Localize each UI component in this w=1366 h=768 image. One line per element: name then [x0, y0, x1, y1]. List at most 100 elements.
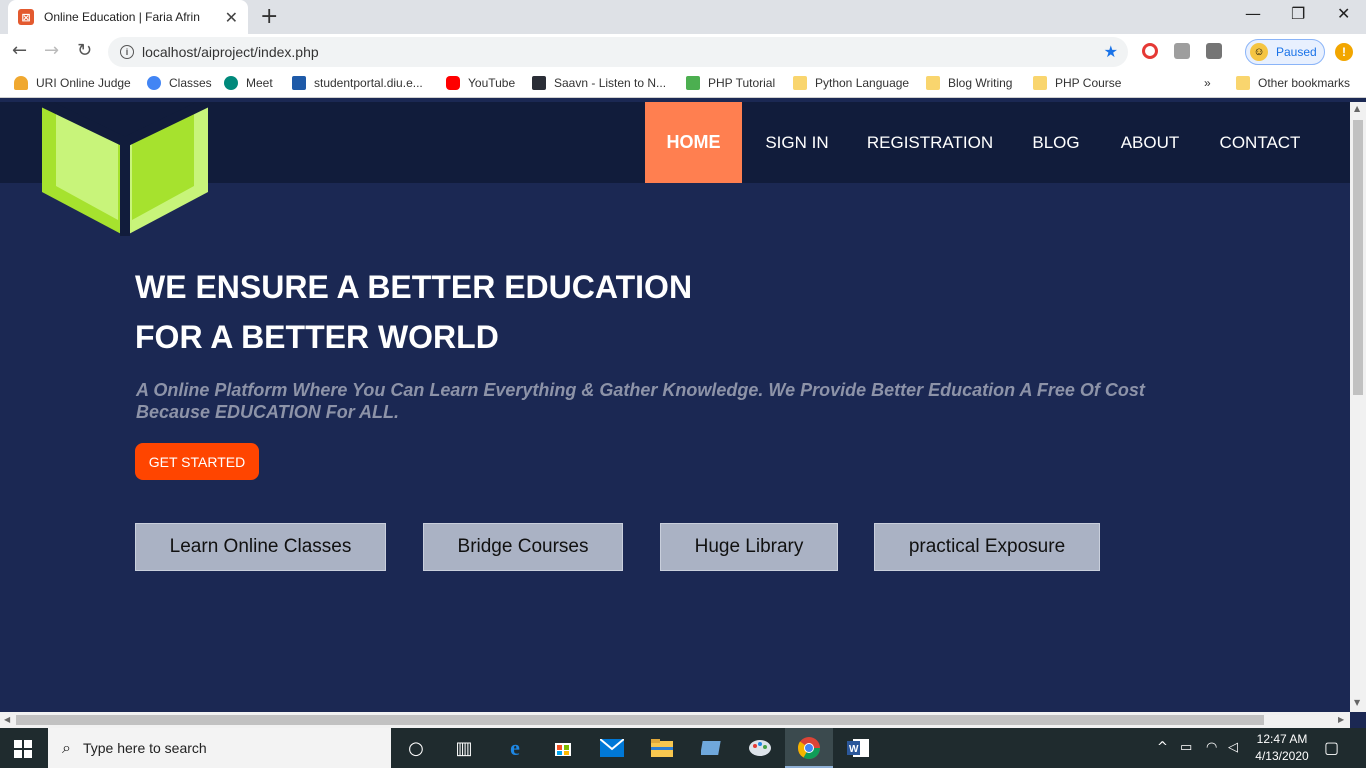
browser-tab[interactable]: ⊠ Online Education | Faria Afrin ✕ [8, 0, 248, 34]
clock-date: 4/13/2020 [1255, 749, 1309, 763]
system-clock[interactable]: 12:47 AM 4/13/2020 [1252, 731, 1312, 765]
hero-subtitle: A Online Platform Where You Can Learn Ev… [136, 379, 1226, 423]
nav-home[interactable]: HOME [645, 102, 742, 183]
address-bar[interactable]: i localhost/aiproject/index.php ★ [108, 37, 1128, 67]
bookmarks-bar: URI Online Judge Classes Meet studentpor… [0, 70, 1366, 98]
scroll-right-icon[interactable]: ▶ [1338, 715, 1344, 724]
feature-button-online-classes[interactable]: Learn Online Classes [135, 523, 386, 571]
notifications-icon[interactable]: ▢ [1324, 738, 1339, 757]
bookmarks-overflow-button[interactable]: » [1204, 76, 1211, 90]
tab-title: Online Education | Faria Afrin [44, 10, 200, 24]
chrome-icon [797, 737, 820, 759]
bookmark-folder[interactable]: PHP Course [1033, 76, 1121, 90]
app-icon[interactable] [700, 736, 724, 760]
update-alert-icon[interactable]: ! [1335, 43, 1353, 61]
task-view-icon[interactable]: ▥ [452, 736, 476, 760]
word-icon[interactable]: W [846, 736, 870, 760]
hero-title-line: FOR A BETTER WORLD [135, 319, 499, 355]
file-explorer-icon[interactable] [650, 736, 674, 760]
chrome-taskbar-button[interactable] [785, 728, 833, 768]
bookmark-item[interactable]: Meet [224, 76, 273, 90]
cortana-icon[interactable]: ○ [404, 736, 428, 760]
scrollbar-thumb[interactable] [16, 715, 1264, 725]
paint-icon[interactable] [748, 736, 772, 760]
site-logo-icon[interactable] [42, 102, 208, 236]
saavn-icon [532, 76, 546, 90]
feature-button-practical-exposure[interactable]: practical Exposure [874, 523, 1100, 571]
folder-icon [1236, 76, 1250, 90]
url-text: localhost/aiproject/index.php [142, 44, 319, 60]
tray-chevron-icon[interactable]: ^ [1157, 740, 1168, 755]
w3-icon [686, 76, 700, 90]
store-icon[interactable] [551, 736, 575, 760]
bookmark-label: PHP Tutorial [708, 76, 776, 90]
battery-icon[interactable]: ▭ [1180, 740, 1192, 755]
bookmark-item[interactable]: studentportal.diu.e... [292, 76, 423, 90]
bookmark-label: Classes [169, 76, 212, 90]
profile-button[interactable]: ☺ Paused [1245, 39, 1325, 65]
other-bookmarks-folder[interactable]: Other bookmarks [1236, 76, 1350, 90]
extension-icon[interactable] [1174, 43, 1190, 59]
close-tab-icon[interactable]: ✕ [225, 8, 238, 27]
bookmark-item[interactable]: PHP Tutorial [686, 76, 775, 90]
xampp-favicon-icon: ⊠ [18, 9, 34, 25]
bookmark-label: Saavn - Listen to N... [554, 76, 667, 90]
hero-title-line: WE ENSURE A BETTER EDUCATION [135, 269, 693, 305]
reload-icon[interactable]: ↻ [77, 40, 92, 61]
nav-sign-in[interactable]: SIGN IN [752, 102, 842, 183]
nav-blog[interactable]: BLOG [1022, 102, 1090, 183]
bookmark-label: Python Language [815, 76, 910, 90]
edge-icon[interactable]: e [503, 735, 527, 760]
nav-contact[interactable]: CONTACT [1212, 102, 1308, 183]
clock-time: 12:47 AM [1256, 732, 1308, 746]
volume-icon[interactable]: ◁ [1228, 740, 1238, 755]
bookmark-folder[interactable]: Python Language [793, 76, 909, 90]
scroll-up-icon[interactable]: ▲ [1354, 104, 1360, 113]
get-started-button[interactable]: GET STARTED [135, 443, 259, 480]
bookmark-label: Other bookmarks [1258, 76, 1351, 90]
extension-icon[interactable] [1206, 43, 1222, 59]
close-window-icon[interactable]: ✕ [1337, 4, 1350, 23]
new-tab-icon[interactable]: + [260, 4, 278, 29]
bookmark-folder[interactable]: Blog Writing [926, 76, 1012, 90]
restore-icon[interactable]: ❐ [1291, 4, 1305, 23]
vertical-scrollbar[interactable]: ▲ ▼ [1350, 102, 1366, 712]
windows-start-icon[interactable] [14, 740, 32, 758]
web-page: HOME SIGN IN REGISTRATION BLOG ABOUT CON… [0, 102, 1350, 712]
scroll-left-icon[interactable]: ◀ [4, 715, 10, 724]
overflow-chevron-icon: » [1204, 76, 1211, 90]
folder-icon [1033, 76, 1047, 90]
bookmark-item[interactable]: URI Online Judge [14, 76, 131, 90]
extension-icon[interactable] [1142, 43, 1158, 59]
hero-subtitle-line: A Online Platform Where You Can Learn Ev… [136, 380, 1145, 400]
taskbar-search-input[interactable]: ⌕ Type here to search [48, 728, 391, 768]
bookmark-item[interactable]: Classes [147, 76, 212, 90]
scroll-down-icon[interactable]: ▼ [1354, 698, 1360, 707]
meet-icon [224, 76, 238, 90]
bookmark-star-icon[interactable]: ★ [1104, 42, 1118, 61]
windows-taskbar: ⌕ Type here to search ○ ▥ e W ^ ▭ ◠ ◁ 12… [0, 728, 1366, 768]
wifi-icon[interactable]: ◠ [1206, 740, 1217, 755]
profile-status: Paused [1276, 45, 1317, 59]
feature-button-bridge-courses[interactable]: Bridge Courses [423, 523, 623, 571]
avatar: ☺ [1250, 43, 1268, 61]
site-info-icon[interactable]: i [120, 45, 134, 59]
feature-button-huge-library[interactable]: Huge Library [660, 523, 838, 571]
minimize-icon[interactable]: — [1245, 4, 1261, 23]
bookmark-label: studentportal.diu.e... [314, 76, 423, 90]
google-icon [147, 76, 161, 90]
diu-icon [292, 76, 306, 90]
browser-toolbar: ← → ↻ i localhost/aiproject/index.php ★ … [0, 34, 1366, 70]
nav-about[interactable]: ABOUT [1112, 102, 1188, 183]
search-placeholder: Type here to search [82, 740, 207, 756]
forward-icon[interactable]: → [44, 40, 59, 61]
scrollbar-thumb[interactable] [1353, 120, 1363, 395]
nav-registration[interactable]: REGISTRATION [860, 102, 1000, 183]
horizontal-scrollbar[interactable]: ◀ ▶ [0, 712, 1350, 728]
bookmark-label: URI Online Judge [36, 76, 131, 90]
bookmark-label: Blog Writing [948, 76, 1013, 90]
back-icon[interactable]: ← [12, 40, 27, 61]
bookmark-item[interactable]: YouTube [446, 76, 515, 90]
mail-icon[interactable] [600, 736, 624, 760]
bookmark-item[interactable]: Saavn - Listen to N... [532, 76, 666, 90]
